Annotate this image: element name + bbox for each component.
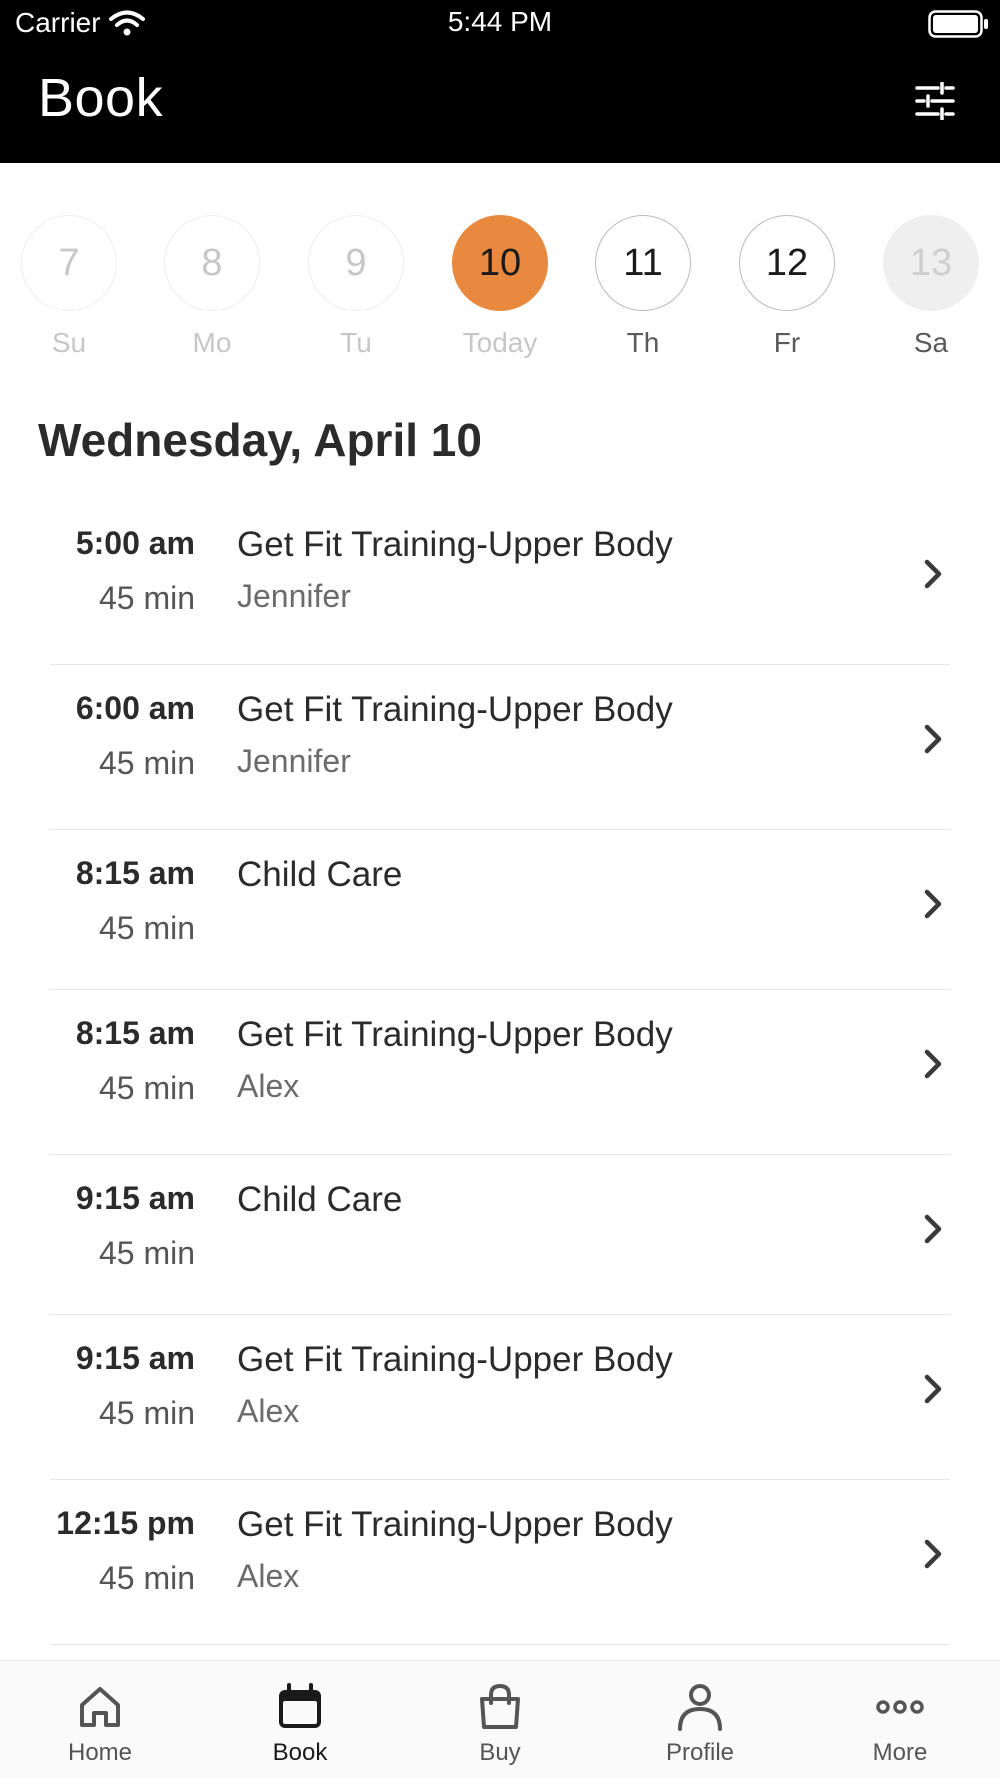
class-row[interactable]: 12:15 pm 45 min Get Fit Training-Upper Bod…	[0, 1480, 1000, 1645]
chevron-right-icon	[924, 1539, 942, 1569]
class-name: Get Fit Training-Upper Body	[237, 1340, 673, 1379]
tab-more[interactable]: More	[800, 1661, 1000, 1778]
class-instructor: Alex	[237, 1068, 300, 1104]
chevron-right-icon	[924, 1374, 942, 1404]
class-start-time: 8:15 am	[75, 1015, 195, 1051]
class-duration: 45 min	[98, 910, 195, 946]
chevron-right-icon	[924, 1214, 942, 1244]
class-start-time: 6:00 am	[75, 690, 195, 726]
day-number: 9	[308, 215, 404, 311]
filter-button[interactable]	[912, 78, 958, 124]
class-instructor: Alex	[237, 1558, 300, 1594]
class-start-time: 9:15 am	[75, 1180, 195, 1216]
top-bar: Carrier 5:44 PM Book	[0, 0, 1000, 163]
day-number: 11	[595, 215, 691, 311]
day-label: Su	[51, 327, 87, 358]
chevron-right-icon	[924, 1049, 942, 1079]
day-number: 12	[739, 215, 835, 311]
day-label: Fr	[773, 327, 801, 358]
class-duration: 45 min	[98, 1070, 195, 1106]
tab-label: Buy	[479, 1739, 521, 1766]
status-time: 5:44 PM	[447, 6, 553, 37]
day-label: Sa	[913, 327, 949, 358]
tab-home[interactable]: Home	[0, 1661, 200, 1778]
class-row[interactable]: 8:15 am 45 min Get Fit Training-Upper Body…	[0, 990, 1000, 1155]
day-label: Mo	[192, 327, 232, 358]
week-day-picker: 7 Su 8 Mo 9 Tu 10 Today 11 Th 12 Fr 13 Sa	[0, 215, 1000, 365]
class-name: Get Fit Training-Upper Body	[237, 1505, 673, 1544]
class-name: Get Fit Training-Upper Body	[237, 1015, 673, 1054]
app-root: Carrier 5:44 PM Book 7 Su 8 Mo 9 Tu 10 T…	[0, 0, 1000, 1778]
class-row[interactable]: 9:15 am 45 min Get Fit Training-Upper Body…	[0, 1315, 1000, 1480]
day-fr[interactable]: 12 Fr	[737, 215, 837, 359]
day-tu[interactable]: 9 Tu	[306, 215, 406, 359]
date-heading: Wednesday, April 10	[38, 414, 482, 466]
day-label: Th	[626, 327, 660, 358]
day-sa[interactable]: 13 Sa	[881, 215, 981, 359]
tab-profile[interactable]: Profile	[600, 1661, 800, 1778]
calendar-icon	[279, 1683, 321, 1728]
day-su[interactable]: 7 Su	[19, 215, 119, 359]
tab-label: Home	[67, 1739, 133, 1766]
day-mo[interactable]: 8 Mo	[162, 215, 262, 359]
class-name: Get Fit Training-Upper Body	[237, 690, 673, 729]
class-instructor: Jennifer	[237, 743, 351, 779]
class-start-time: 8:15 am	[75, 855, 195, 891]
page-title: Book	[38, 68, 164, 128]
chevron-right-icon	[924, 724, 942, 754]
tab-bar: Home Book Buy Profile More	[0, 1660, 1000, 1778]
class-row[interactable]: 9:15 am 45 min Child Care	[0, 1155, 1000, 1315]
day-number: 8	[164, 215, 260, 311]
sliders-icon	[915, 82, 955, 120]
class-row[interactable]: 6:00 am 45 min Get Fit Training-Upper Body…	[0, 665, 1000, 830]
class-duration: 45 min	[98, 580, 195, 616]
class-duration: 45 min	[98, 1560, 195, 1596]
chevron-right-icon	[924, 559, 942, 589]
class-duration: 45 min	[98, 745, 195, 781]
person-icon	[678, 1684, 722, 1731]
class-duration: 45 min	[98, 1395, 195, 1431]
chevron-right-icon	[924, 889, 942, 919]
class-start-time: 9:15 am	[75, 1340, 195, 1376]
tab-buy[interactable]: Buy	[400, 1661, 600, 1778]
day-number: 10	[452, 215, 548, 311]
class-row[interactable]: 8:15 am 45 min Child Care	[0, 830, 1000, 990]
tab-label: Profile	[665, 1739, 735, 1766]
day-today[interactable]: 10 Today	[450, 215, 550, 359]
class-list: 5:00 am 45 min Get Fit Training-Upper Body…	[0, 500, 1000, 1645]
day-number: 7	[21, 215, 117, 311]
day-label: Today	[462, 327, 538, 358]
day-number: 13	[883, 215, 979, 311]
class-name: Child Care	[237, 855, 403, 894]
class-name: Child Care	[237, 1180, 403, 1219]
day-th[interactable]: 11 Th	[593, 215, 693, 359]
battery-icon	[928, 10, 988, 38]
home-icon	[80, 1687, 120, 1727]
class-duration: 45 min	[98, 1235, 195, 1271]
class-instructor: Alex	[237, 1393, 300, 1429]
class-instructor: Jennifer	[237, 578, 351, 614]
row-divider	[50, 1643, 950, 1645]
class-name: Get Fit Training-Upper Body	[237, 525, 673, 564]
day-label: Tu	[340, 327, 372, 358]
tab-label: More	[872, 1739, 928, 1766]
bag-icon	[480, 1683, 520, 1729]
status-bar: Carrier 5:44 PM	[0, 0, 1000, 48]
class-start-time: 5:00 am	[75, 525, 195, 561]
class-start-time: 12:15 pm	[56, 1505, 195, 1541]
class-row[interactable]: 5:00 am 45 min Get Fit Training-Upper Body…	[0, 500, 1000, 665]
tab-book[interactable]: Book	[200, 1661, 400, 1778]
tab-label: Book	[272, 1739, 328, 1766]
more-icon	[876, 1700, 924, 1714]
